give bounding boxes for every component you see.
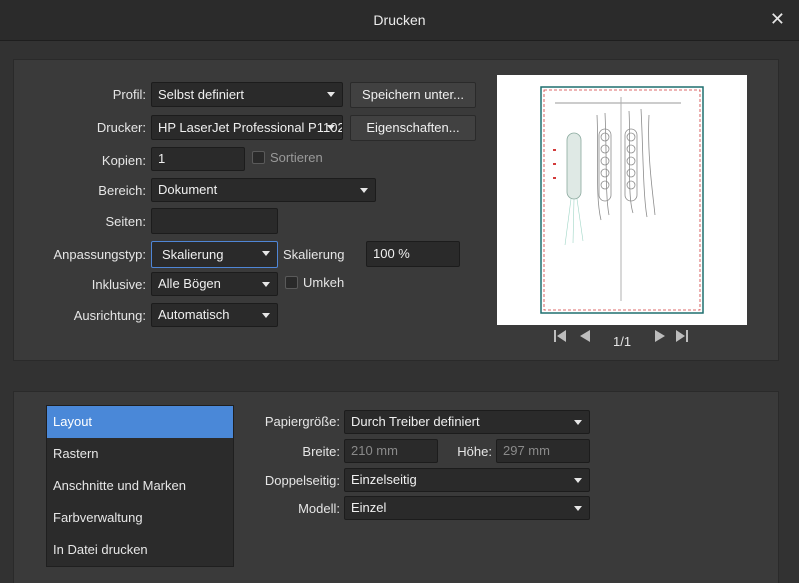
height-label: Höhe: (457, 444, 492, 459)
reverse-label: Umkehren (303, 275, 345, 290)
paper-size-select[interactable]: Durch Treiber definiert (344, 410, 590, 434)
model-select[interactable]: Einzel (344, 496, 590, 520)
fit-type-label: Anpassungstyp: (53, 247, 146, 262)
fit-type-select[interactable]: Skalierung (151, 241, 278, 268)
window-title: Drucken (373, 12, 426, 28)
include-select[interactable]: Alle Bögen (151, 272, 278, 296)
save-as-button[interactable]: Speichern unter... (350, 82, 476, 108)
range-label: Bereich: (98, 183, 146, 198)
duplex-select[interactable]: Einzelseitig (344, 468, 590, 492)
last-page-icon[interactable] (675, 329, 691, 347)
title-bar: Drucken ✕ (0, 0, 799, 41)
first-page-icon[interactable] (553, 329, 569, 347)
preview-page-thumbnail (540, 86, 704, 314)
category-bleed-and-marks[interactable]: Anschnitte und Marken (47, 470, 233, 502)
duplex-label: Doppelseitig: (264, 473, 340, 488)
printer-label: Drucker: (96, 120, 146, 135)
model-label: Modell: (298, 501, 340, 516)
pages-input[interactable] (151, 208, 278, 234)
close-icon[interactable]: ✕ (770, 9, 785, 29)
width-input[interactable]: 210 mm (344, 439, 438, 463)
print-preview (497, 75, 747, 325)
profile-label: Profil: (112, 87, 146, 102)
previous-page-icon[interactable] (578, 329, 594, 347)
category-list: Layout Rastern Anschnitte und Marken Far… (46, 405, 234, 567)
scale-input[interactable]: 100 % (366, 241, 460, 267)
reverse-checkbox[interactable] (285, 276, 298, 289)
range-select[interactable]: Dokument (151, 178, 376, 202)
pages-label: Seiten: (105, 214, 146, 229)
include-label: Inklusive: (91, 277, 146, 292)
collate-label: Sortieren (270, 150, 323, 165)
copies-label: Kopien: (101, 153, 146, 168)
profile-select[interactable]: Selbst definiert (151, 82, 343, 107)
category-layout[interactable]: Layout (47, 406, 233, 438)
orientation-select[interactable]: Automatisch (151, 303, 278, 327)
printer-select[interactable]: HP LaserJet Professional P1102 (151, 115, 343, 140)
page-indicator: 1/1 (613, 334, 632, 349)
orientation-label: Ausrichtung: (73, 308, 146, 323)
next-page-icon[interactable] (653, 329, 669, 347)
category-raster[interactable]: Rastern (47, 438, 233, 470)
paper-size-label: Papiergröße: (264, 414, 340, 429)
category-print-to-file[interactable]: In Datei drucken (47, 534, 233, 566)
copies-input[interactable]: 1 (151, 147, 245, 171)
width-label: Breite: (302, 444, 340, 459)
collate-checkbox[interactable] (252, 151, 265, 164)
properties-button[interactable]: Eigenschaften... (350, 115, 476, 141)
height-input[interactable]: 297 mm (496, 439, 590, 463)
category-color-management[interactable]: Farbverwaltung (47, 502, 233, 534)
scale-label: Skalierung (283, 247, 345, 262)
